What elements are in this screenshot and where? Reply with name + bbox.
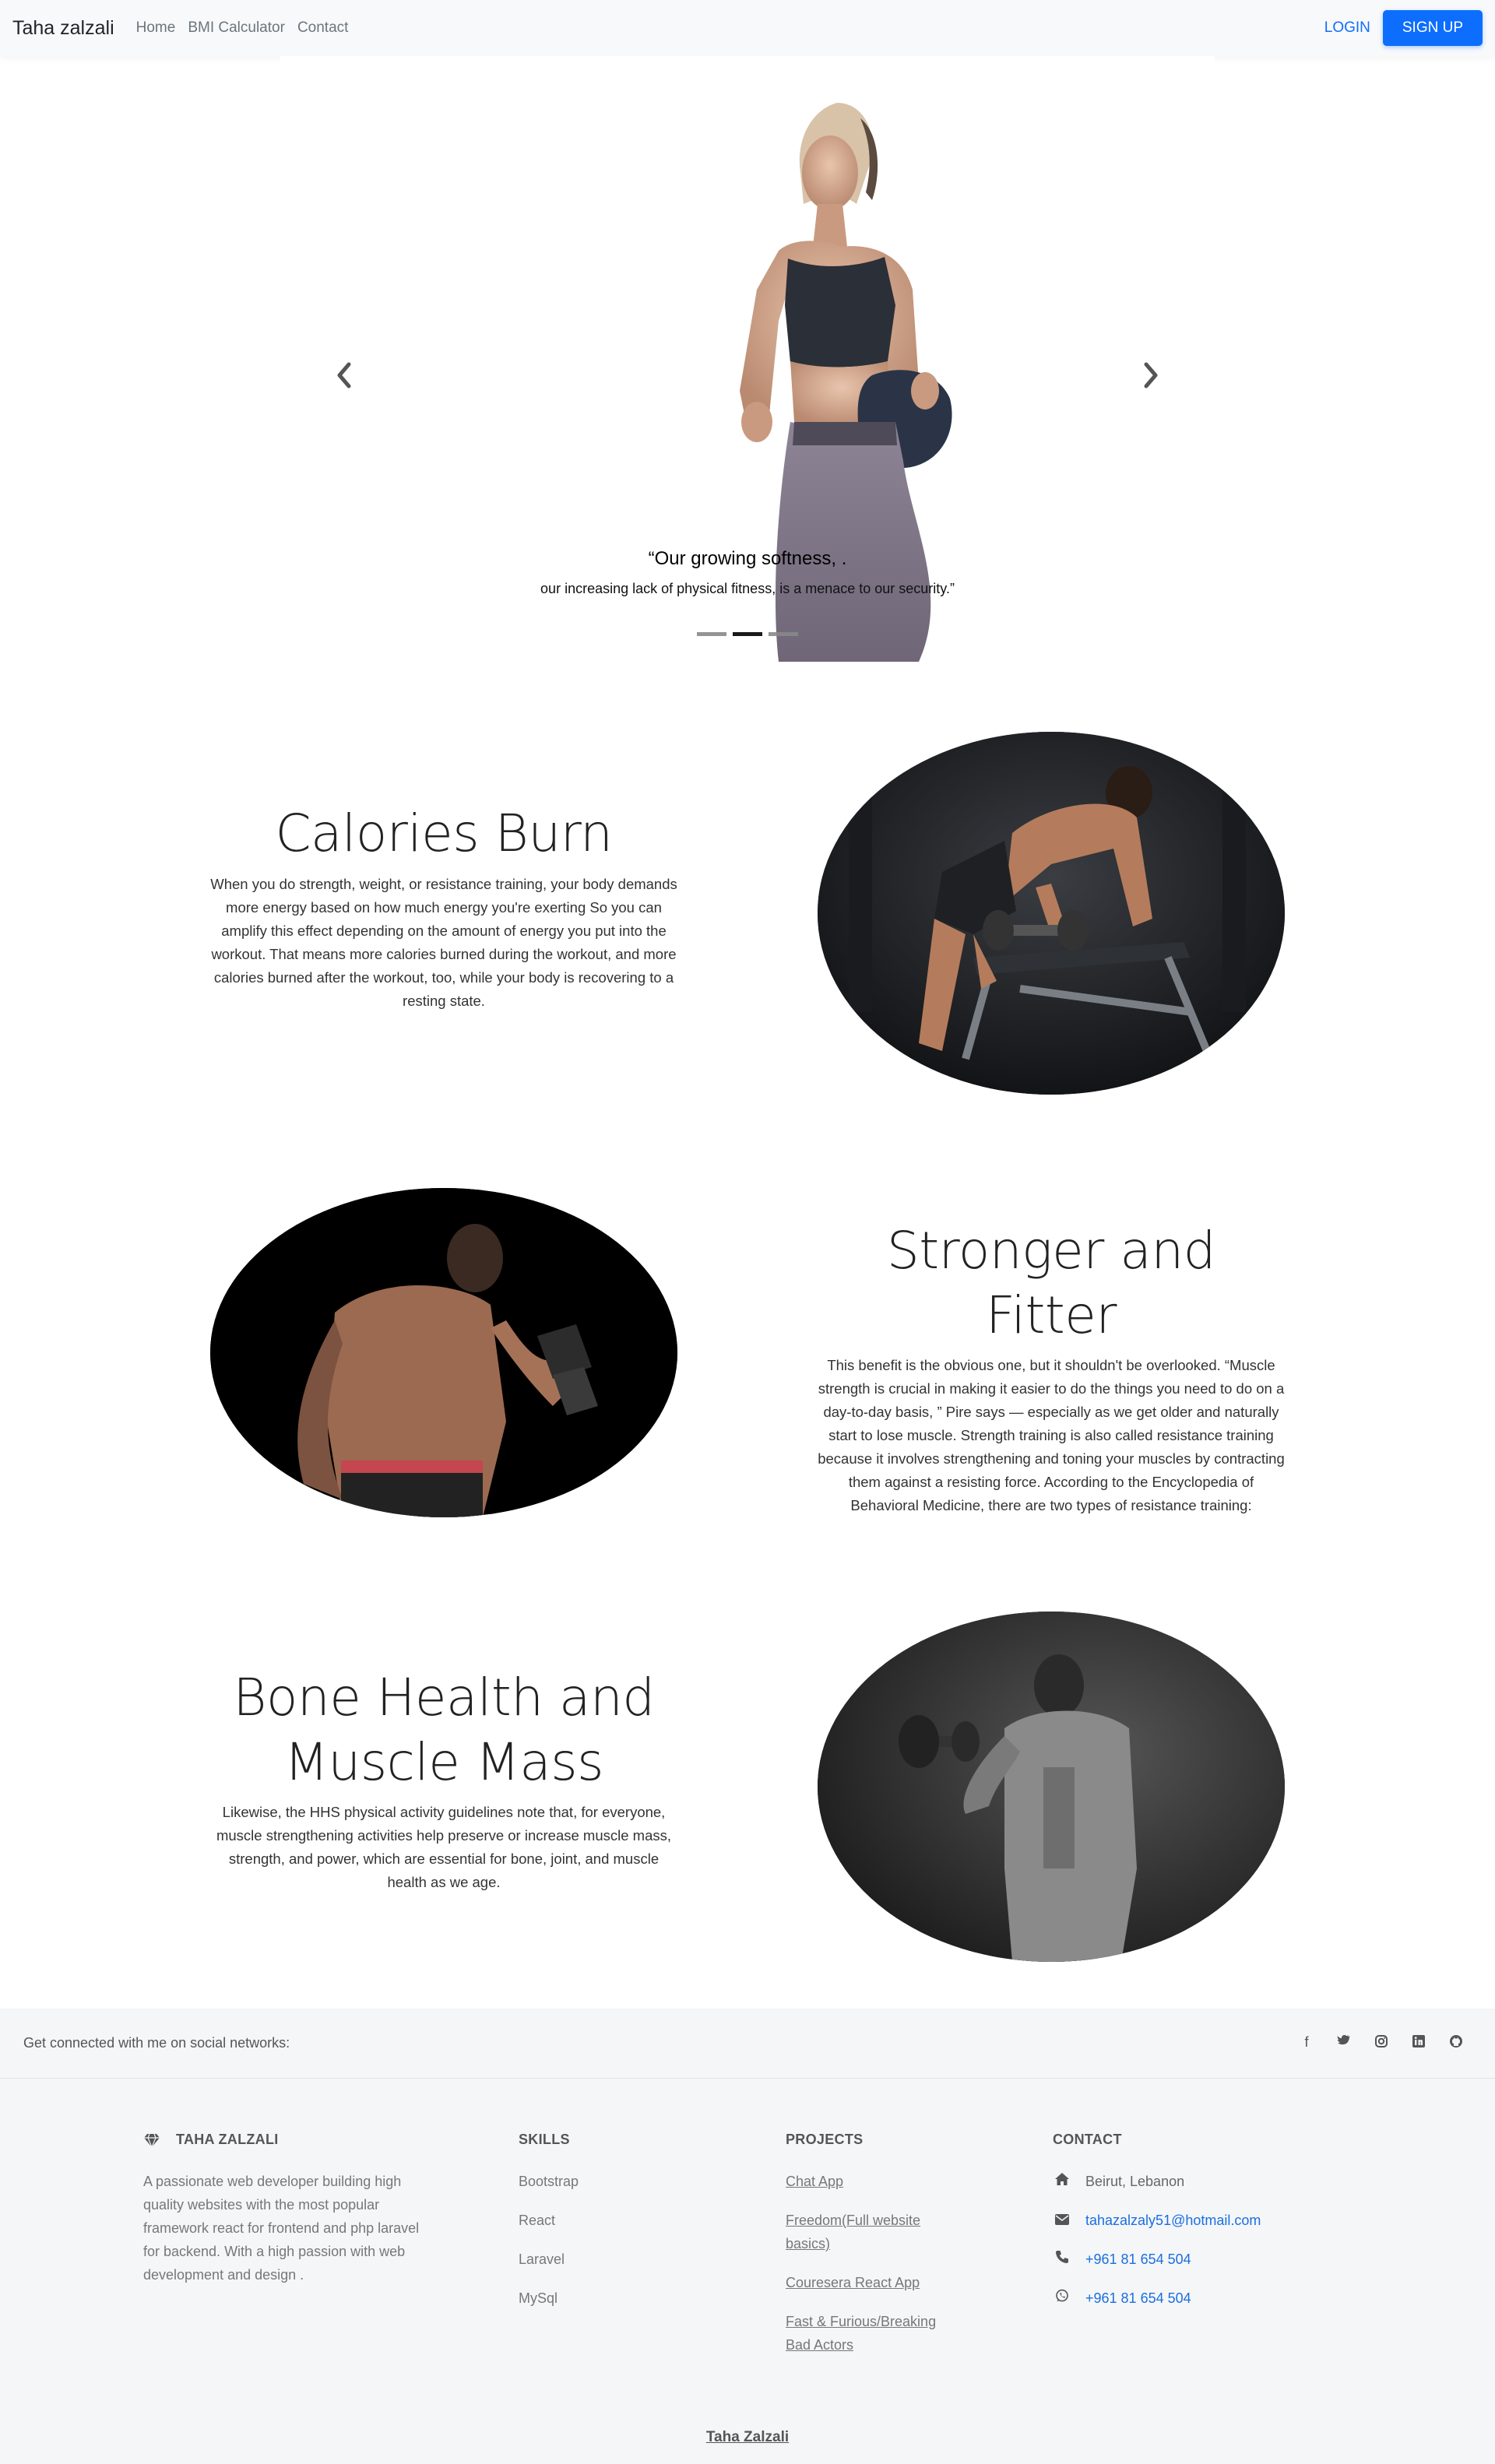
gem-icon <box>144 2133 160 2147</box>
feature-title: Bone Health and Muscle Mass <box>233 1668 655 1792</box>
contact-phone-link[interactable]: +961 81 654 504 <box>1085 2248 1191 2271</box>
feature-image-dumbbell-row <box>818 732 1285 1095</box>
footer-skills-title: SKILLS <box>519 2132 570 2147</box>
hero-carousel: “Our growing softness, . our increasing … <box>280 56 1215 662</box>
feature-body: This benefit is the obvious one, but it … <box>818 1357 1285 1513</box>
footer-skill-item: Bootstrap <box>519 2174 579 2189</box>
phone-icon <box>1053 2248 1071 2271</box>
carousel-next-button[interactable] <box>1127 352 1174 399</box>
carousel-indicators <box>280 632 1215 636</box>
footer-project-link[interactable]: Chat App <box>786 2170 965 2193</box>
footer-contact-title: CONTACT <box>1053 2132 1122 2147</box>
contact-whatsapp: +961 81 654 504 <box>1053 2286 1364 2310</box>
twitter-icon[interactable] <box>1336 2034 1352 2052</box>
footer-skill-item: MySql <box>519 2290 558 2306</box>
envelope-icon <box>1053 2209 1071 2232</box>
nav-link-home[interactable]: Home <box>136 19 176 37</box>
footer-about: TAHA ZALZALI A passionate web developer … <box>143 2132 439 2286</box>
social-icons: f <box>1299 2034 1472 2052</box>
nav-auth-group: LOGIN SIGN UP <box>1324 10 1483 46</box>
footer-copyright[interactable]: Taha Zalzali <box>0 2429 1495 2446</box>
feature-image-dumbbell-monochrome <box>818 1612 1285 1962</box>
facebook-icon[interactable]: f <box>1299 2034 1314 2052</box>
feature-image-bicep-curl <box>210 1188 677 1517</box>
whatsapp-icon <box>1053 2286 1071 2310</box>
login-button[interactable]: LOGIN <box>1324 19 1370 37</box>
carousel-prev-button[interactable] <box>321 352 368 399</box>
footer-about-title: TAHA ZALZALI <box>143 2132 439 2148</box>
footer-project-link[interactable]: Fast & Furious/Breaking Bad Actors <box>786 2310 965 2357</box>
linkedin-icon[interactable] <box>1411 2034 1426 2052</box>
footer-project-link[interactable]: Couresera React App <box>786 2271 965 2294</box>
chevron-left-icon <box>337 362 351 388</box>
contact-email-link[interactable]: tahazalzaly51@hotmail.com <box>1085 2209 1261 2232</box>
footer-projects-title: PROJECTS <box>786 2132 864 2147</box>
navbar: Taha zalzali Home BMI Calculator Contact… <box>0 0 1495 56</box>
contact-address-text: Beirut, Lebanon <box>1085 2174 1185 2189</box>
bicep-curl-photo <box>210 1188 677 1517</box>
contact-whatsapp-link[interactable]: +961 81 654 504 <box>1085 2286 1191 2310</box>
contact-email: tahazalzaly51@hotmail.com <box>1053 2209 1364 2232</box>
social-bar: Get connected with me on social networks… <box>0 2009 1495 2079</box>
brand-logo[interactable]: Taha zalzali <box>12 17 114 40</box>
footer: Get connected with me on social networks… <box>0 2009 1495 2464</box>
contact-address: Beirut, Lebanon <box>1053 2170 1364 2193</box>
footer-skill-item: Laravel <box>519 2251 565 2267</box>
carousel-indicator-3[interactable] <box>769 632 798 636</box>
footer-skill-item: React <box>519 2213 556 2228</box>
footer-project-link[interactable]: Freedom(Full website basics) <box>786 2209 965 2255</box>
footer-contact: CONTACT Beirut, Lebanon tahazalzaly51@ho… <box>1053 2132 1364 2325</box>
feature-title: Stronger and Fitter <box>886 1221 1216 1345</box>
signup-button[interactable]: SIGN UP <box>1382 10 1483 46</box>
feature-calories-burn: Calories Burn When you do strength, weig… <box>209 802 679 1013</box>
feature-bone-health: Bone Health and Muscle Mass Likewise, th… <box>209 1666 679 1894</box>
carousel-caption-title: “Our growing softness, . <box>648 548 847 569</box>
carousel-indicator-1[interactable] <box>697 632 726 636</box>
instagram-icon[interactable] <box>1374 2034 1389 2052</box>
feature-title: Calories Burn <box>275 803 613 863</box>
dumbbell-monochrome-photo <box>818 1612 1285 1962</box>
chevron-right-icon <box>1144 362 1158 388</box>
nav-link-bmi-calculator[interactable]: BMI Calculator <box>188 19 285 37</box>
footer-projects: PROJECTS Chat App Freedom(Full website b… <box>786 2132 965 2372</box>
carousel-caption-text: our increasing lack of physical fitness,… <box>540 581 955 596</box>
footer-about-text: A passionate web developer building high… <box>143 2174 420 2283</box>
github-icon[interactable] <box>1448 2034 1464 2052</box>
contact-phone: +961 81 654 504 <box>1053 2248 1364 2271</box>
feature-stronger-and-fitter: Stronger and Fitter This benefit is the … <box>816 1219 1286 1517</box>
carousel-indicator-2[interactable] <box>733 632 762 636</box>
feature-body: When you do strength, weight, or resista… <box>210 875 677 1009</box>
carousel-caption: “Our growing softness, . our increasing … <box>280 548 1215 597</box>
dumbbell-row-photo <box>818 732 1285 1095</box>
nav-link-contact[interactable]: Contact <box>297 19 348 37</box>
social-bar-text: Get connected with me on social networks… <box>23 2035 290 2051</box>
feature-body: Likewise, the HHS physical activity guid… <box>216 1804 672 1890</box>
home-icon <box>1053 2170 1071 2193</box>
footer-about-name: TAHA ZALZALI <box>176 2132 279 2147</box>
footer-skills: SKILLS Bootstrap React Laravel MySql <box>519 2132 705 2325</box>
